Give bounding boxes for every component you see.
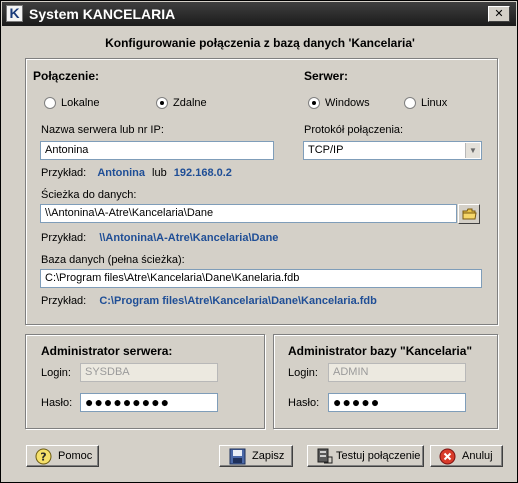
protocol-value: TCP/IP — [308, 144, 344, 156]
title-bar[interactable]: K System KANCELARIA ✕ — [2, 2, 516, 26]
dialog-heading: Konfigurowanie połączenia z bazą danych … — [105, 36, 415, 50]
folder-icon — [462, 208, 477, 220]
cancel-button-label: Anuluj — [462, 450, 493, 462]
data-path-label: Ścieżka do danych: — [41, 189, 137, 201]
server-name-input[interactable]: Antonina — [40, 141, 274, 160]
database-label: Baza danych (pełna ścieżka): — [41, 254, 185, 266]
server-admin-login-input[interactable]: SYSDBA — [80, 363, 218, 382]
server-admin-password-label: Hasło: — [41, 397, 73, 409]
example-prefix: Przykład: — [41, 295, 87, 307]
svg-text:?: ? — [40, 451, 46, 464]
browse-folder-button[interactable] — [458, 204, 480, 224]
db-admin-password-input[interactable]: ●●●●● — [328, 393, 466, 412]
connection-label: Połączenie: — [33, 69, 100, 83]
help-button[interactable]: ? Pomoc — [26, 445, 99, 467]
protocol-label: Protokół połączenia: — [304, 124, 404, 136]
example-database-path: C:\Program files\Atre\Kancelaria\Dane\Ka… — [99, 295, 377, 307]
radio-linux-label[interactable]: Linux — [421, 97, 447, 109]
config-window: K System KANCELARIA ✕ Konfigurowanie poł… — [0, 0, 518, 483]
save-button[interactable]: Zapisz — [219, 445, 293, 467]
radio-linux-circle[interactable] — [404, 97, 416, 109]
chevron-down-icon[interactable]: ▼ — [465, 143, 480, 158]
example-prefix: Przykład: — [41, 232, 87, 244]
data-path-input[interactable]: \\Antonina\A-Atre\Kancelaria\Dane — [40, 204, 457, 223]
example-prefix: Przykład: — [41, 167, 87, 179]
connection-icon — [317, 448, 333, 464]
data-path-example: Przykład: \\Antonina\A-Atre\Kancelaria\D… — [41, 232, 278, 244]
help-icon: ? — [35, 448, 52, 465]
help-button-label: Pomoc — [58, 450, 93, 462]
server-admin-password-input[interactable]: ●●●●●●●●● — [80, 393, 218, 412]
save-button-label: Zapisz — [252, 450, 285, 462]
db-admin-password-label: Hasło: — [288, 397, 320, 409]
server-name-label: Nazwa serwera lub nr IP: — [41, 124, 164, 136]
example-ip: 192.168.0.2 — [173, 167, 232, 179]
example-server-name: Antonina — [97, 167, 145, 179]
cancel-icon — [439, 448, 456, 465]
window-title: System KANCELARIA — [29, 6, 176, 22]
radio-remote-label[interactable]: Zdalne — [173, 97, 207, 109]
radio-local-circle[interactable] — [44, 97, 56, 109]
protocol-select[interactable]: TCP/IP ▼ — [303, 141, 482, 160]
close-button[interactable]: ✕ — [488, 6, 510, 22]
example-or: lub — [152, 167, 167, 179]
server-admin-title: Administrator serwera: — [41, 344, 173, 358]
database-example: Przykład: C:\Program files\Atre\Kancelar… — [41, 295, 377, 307]
server-label: Serwer: — [304, 69, 349, 83]
save-icon — [229, 448, 246, 465]
radio-remote-circle[interactable] — [156, 97, 168, 109]
radio-windows-circle[interactable] — [308, 97, 320, 109]
db-admin-login-label: Login: — [288, 367, 318, 379]
db-admin-title: Administrator bazy "Kancelaria" — [288, 344, 473, 358]
app-logo-icon: K — [6, 5, 23, 22]
example-data-path: \\Antonina\A-Atre\Kancelaria\Dane — [99, 232, 279, 244]
server-admin-login-label: Login: — [41, 367, 71, 379]
cancel-button[interactable]: Anuluj — [430, 445, 503, 467]
test-connection-label: Testuj połączenie — [336, 450, 421, 462]
server-name-example: Przykład: Antonina lub 192.168.0.2 — [41, 167, 232, 179]
radio-windows-label[interactable]: Windows — [325, 97, 370, 109]
database-input[interactable]: C:\Program files\Atre\Kancelaria\Dane\Ka… — [40, 269, 482, 288]
db-admin-login-input[interactable]: ADMIN — [328, 363, 466, 382]
radio-local-label[interactable]: Lokalne — [61, 97, 100, 109]
test-connection-button[interactable]: Testuj połączenie — [307, 445, 424, 467]
